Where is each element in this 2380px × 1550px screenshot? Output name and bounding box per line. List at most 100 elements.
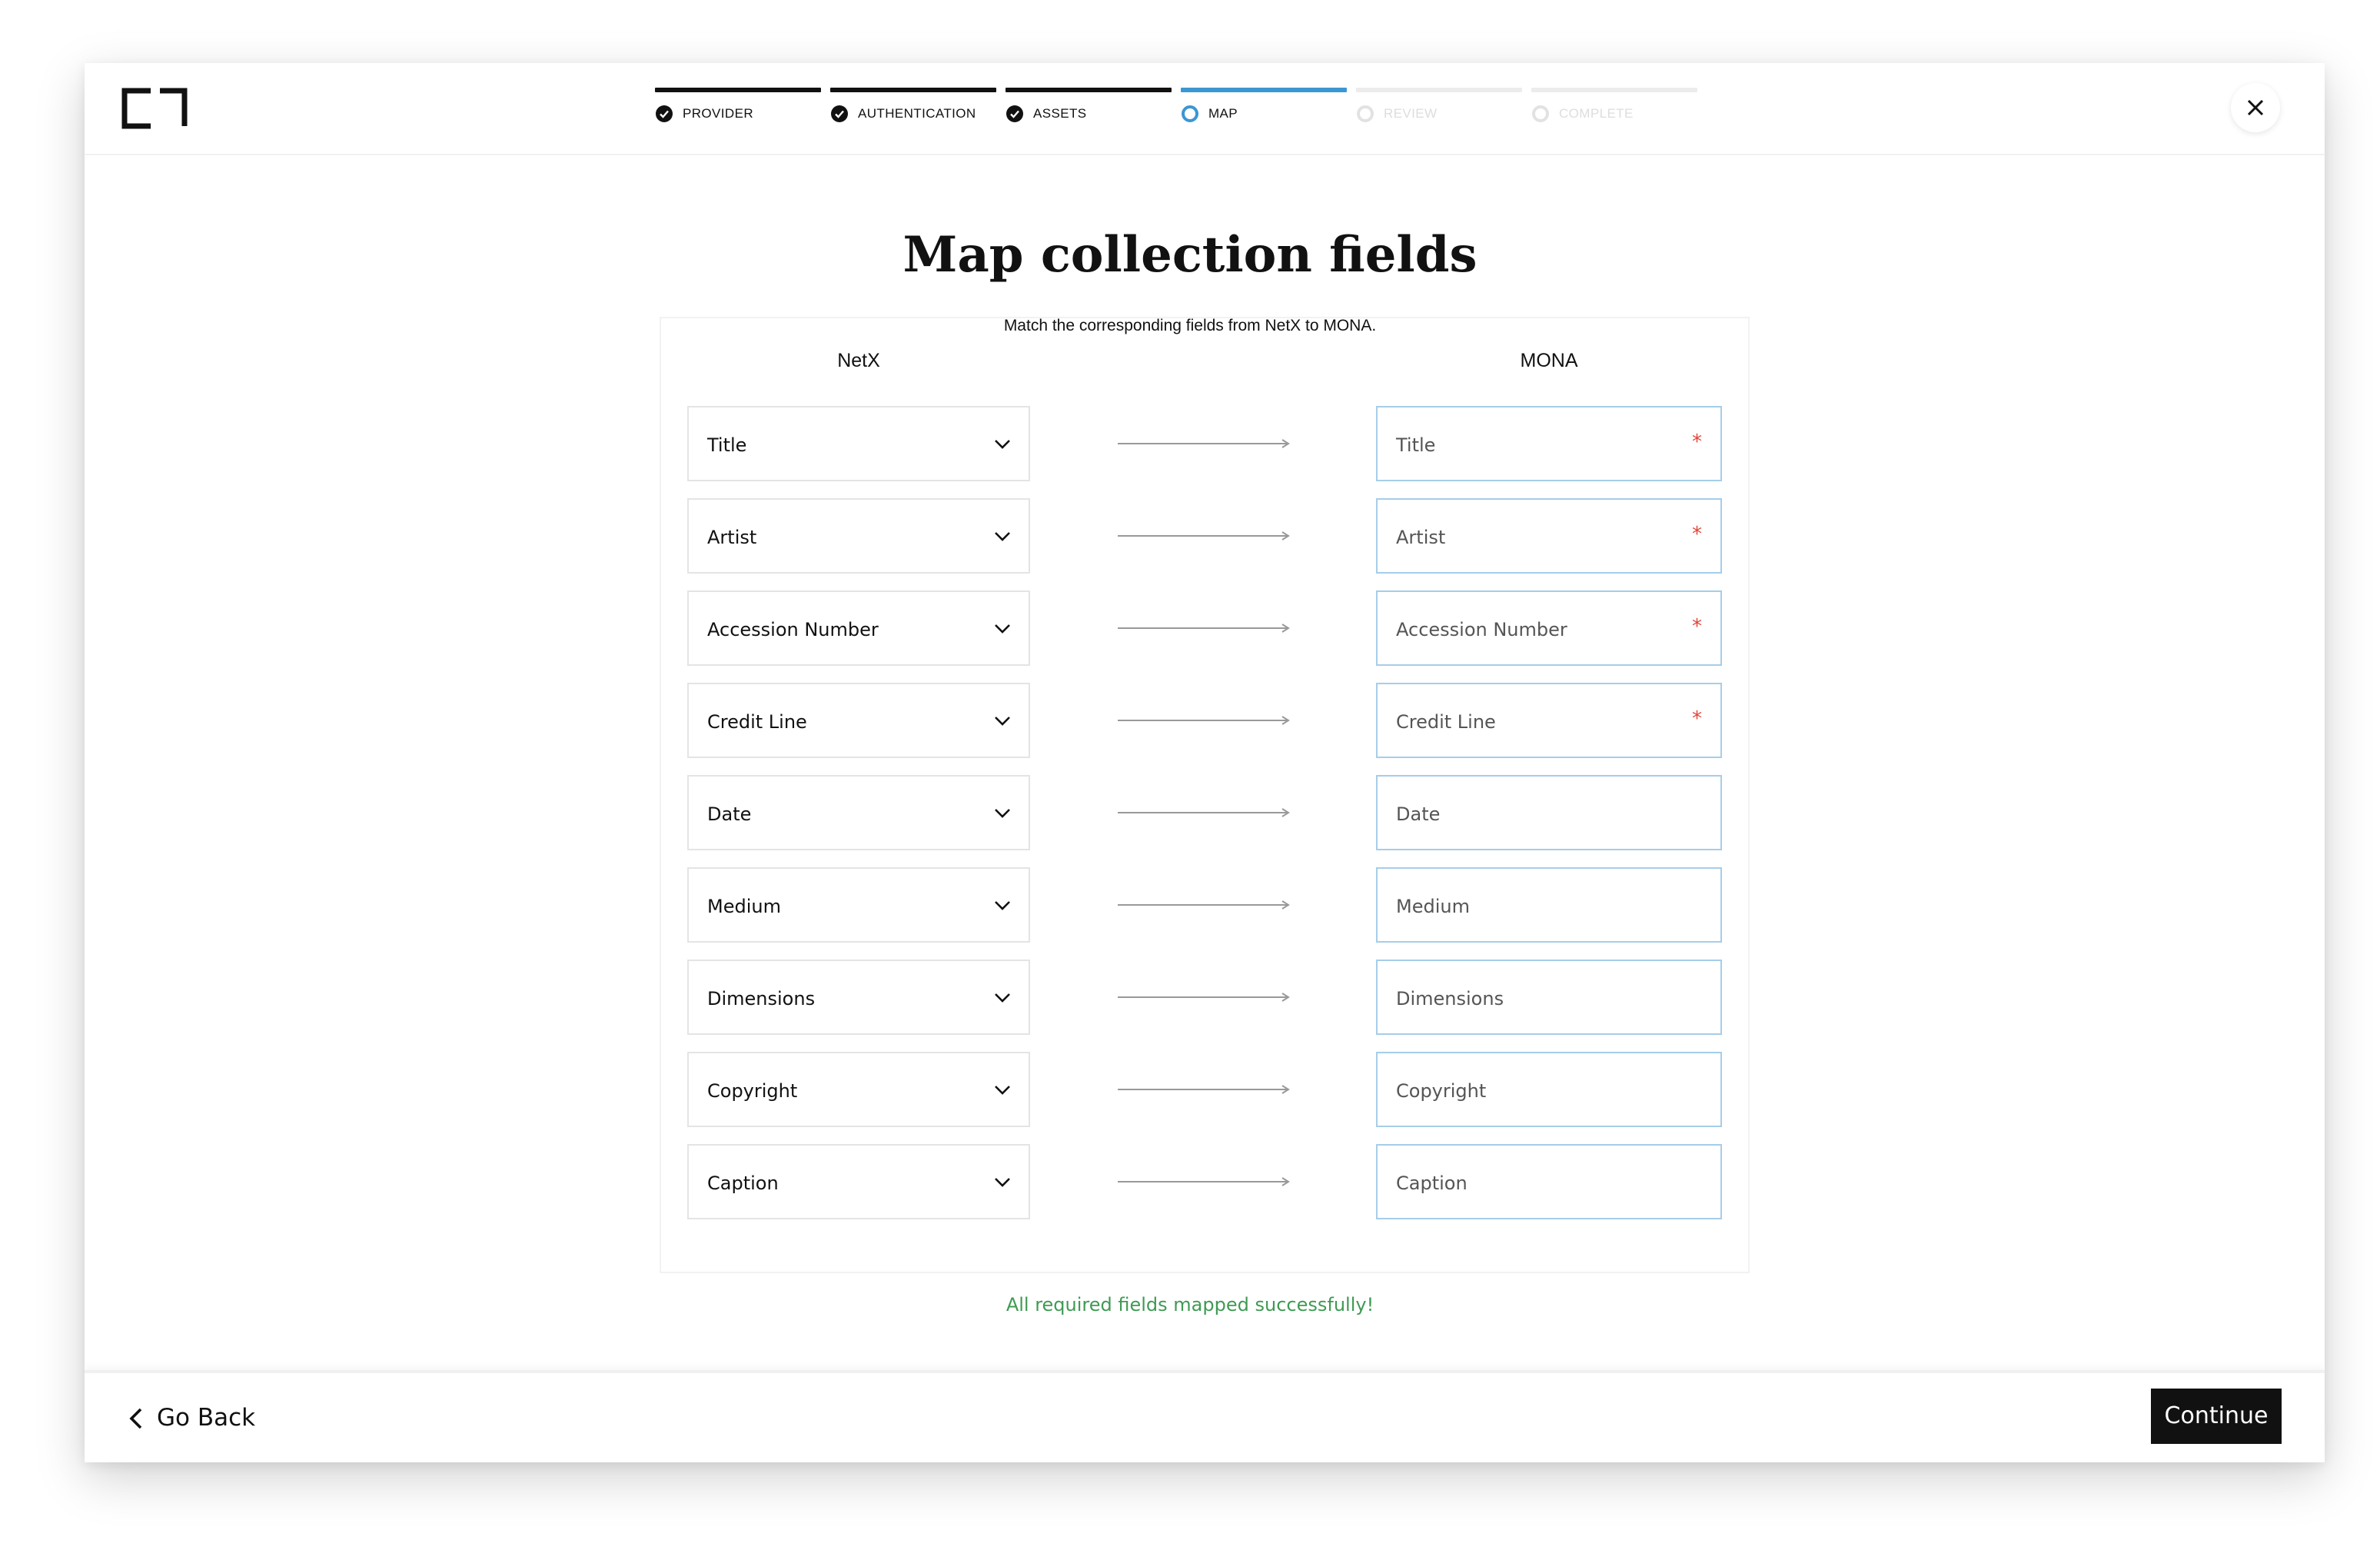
step-bar (655, 88, 821, 92)
step-provider[interactable]: PROVIDER (655, 88, 821, 134)
mapping-row: Caption Caption (687, 1144, 1722, 1219)
arrow-right-icon (1118, 1085, 1290, 1094)
step-label: PROVIDER (683, 106, 753, 121)
target-field: Copyright (1376, 1052, 1722, 1127)
source-field-select[interactable]: Dimensions (687, 960, 1030, 1035)
chevron-down-icon (995, 809, 1010, 818)
check-circle-icon (656, 105, 673, 122)
mapping-row: Date Date (687, 775, 1722, 850)
step-label: MAP (1208, 106, 1238, 121)
target-field-label: Accession Number (1396, 619, 1567, 640)
arrow-right-icon (1118, 808, 1290, 817)
chevron-down-icon (995, 993, 1010, 1003)
arrow-right-icon (1118, 439, 1290, 448)
step-assets[interactable]: ASSETS (1006, 88, 1172, 134)
required-indicator: * (1692, 615, 1702, 638)
target-field: Accession Number * (1376, 590, 1722, 666)
source-field-select[interactable]: Artist (687, 498, 1030, 574)
chevron-down-icon (995, 717, 1010, 726)
arrow-right-icon (1118, 900, 1290, 910)
step-bar (1356, 88, 1522, 92)
target-field-label: Artist (1396, 527, 1446, 548)
target-field: Credit Line * (1376, 683, 1722, 758)
import-wizard-window: PROVIDER AUTHENTICATION ASSETS MAP REVIE… (85, 63, 2325, 1462)
source-field-select[interactable]: Title (687, 406, 1030, 481)
source-column-header: NetX (837, 350, 880, 371)
source-field-value: Accession Number (707, 619, 879, 640)
arrow-right-icon (1118, 1177, 1290, 1186)
source-field-value: Dimensions (707, 988, 816, 1009)
mapping-row: Copyright Copyright (687, 1052, 1722, 1127)
mapping-row: Medium Medium (687, 867, 1722, 943)
source-field-value: Credit Line (707, 711, 807, 733)
chevron-down-icon (995, 1178, 1010, 1187)
step-map[interactable]: MAP (1181, 88, 1347, 134)
source-field-select[interactable]: Caption (687, 1144, 1030, 1219)
bracket-logo-icon (121, 88, 188, 129)
go-back-label: Go Back (157, 1404, 256, 1432)
chevron-down-icon (995, 901, 1010, 910)
source-field-select[interactable]: Date (687, 775, 1030, 850)
mapping-row: Title Title * (687, 406, 1722, 481)
progress-stepper: PROVIDER AUTHENTICATION ASSETS MAP REVIE… (655, 88, 1700, 134)
source-field-select[interactable]: Copyright (687, 1052, 1030, 1127)
required-indicator: * (1692, 431, 1702, 454)
pending-step-circle-icon (1532, 105, 1549, 122)
target-field: Dimensions (1376, 960, 1722, 1035)
source-field-value: Title (707, 434, 747, 456)
success-message: All required fields mapped successfully! (1006, 1294, 1374, 1316)
required-indicator: * (1692, 707, 1702, 730)
check-circle-icon (831, 105, 848, 122)
target-column-header: MONA (1520, 350, 1578, 371)
mapping-row: Dimensions Dimensions (687, 960, 1722, 1035)
target-field: Medium (1376, 867, 1722, 943)
target-field: Artist * (1376, 498, 1722, 574)
step-label: COMPLETE (1559, 106, 1634, 121)
target-field-label: Credit Line (1396, 711, 1496, 733)
active-step-circle-icon (1182, 105, 1198, 122)
step-bar (830, 88, 996, 92)
source-field-select[interactable]: Medium (687, 867, 1030, 943)
step-bar (1006, 88, 1172, 92)
arrow-right-icon (1118, 624, 1290, 633)
target-field: Title * (1376, 406, 1722, 481)
step-label: REVIEW (1384, 106, 1438, 121)
source-field-select[interactable]: Accession Number (687, 590, 1030, 666)
target-field-label: Medium (1396, 896, 1470, 917)
step-complete: COMPLETE (1531, 88, 1697, 134)
close-icon (2247, 99, 2264, 116)
source-field-value: Caption (707, 1172, 779, 1194)
mapping-row: Credit Line Credit Line * (687, 683, 1722, 758)
target-field-label: Caption (1396, 1172, 1468, 1194)
source-field-value: Medium (707, 896, 781, 917)
arrow-right-icon (1118, 716, 1290, 725)
chevron-down-icon (995, 440, 1010, 449)
step-authentication[interactable]: AUTHENTICATION (830, 88, 996, 134)
wizard-header: PROVIDER AUTHENTICATION ASSETS MAP REVIE… (85, 63, 2325, 155)
source-field-value: Copyright (707, 1080, 798, 1102)
check-circle-icon (1006, 105, 1023, 122)
step-label: ASSETS (1033, 106, 1087, 121)
page-title: Map collection fields (902, 226, 1478, 284)
target-field-label: Dimensions (1396, 988, 1504, 1009)
target-field-label: Title (1396, 434, 1436, 456)
chevron-down-icon (995, 1086, 1010, 1095)
target-field-label: Date (1396, 803, 1441, 825)
close-button[interactable] (2231, 83, 2280, 132)
target-field: Caption (1376, 1144, 1722, 1219)
required-indicator: * (1692, 523, 1702, 546)
step-bar (1181, 88, 1347, 92)
source-field-value: Date (707, 803, 752, 825)
chevron-down-icon (995, 624, 1010, 634)
mapping-row: Artist Artist * (687, 498, 1722, 574)
target-field: Date (1376, 775, 1722, 850)
step-review: REVIEW (1356, 88, 1522, 134)
arrow-right-icon (1118, 531, 1290, 541)
chevron-down-icon (995, 532, 1010, 541)
mapping-row: Accession Number Accession Number * (687, 590, 1722, 666)
source-field-select[interactable]: Credit Line (687, 683, 1030, 758)
chevron-left-icon (129, 1408, 142, 1429)
continue-button[interactable]: Continue (2151, 1389, 2282, 1444)
step-label: AUTHENTICATION (858, 106, 976, 121)
source-field-value: Artist (707, 527, 757, 548)
